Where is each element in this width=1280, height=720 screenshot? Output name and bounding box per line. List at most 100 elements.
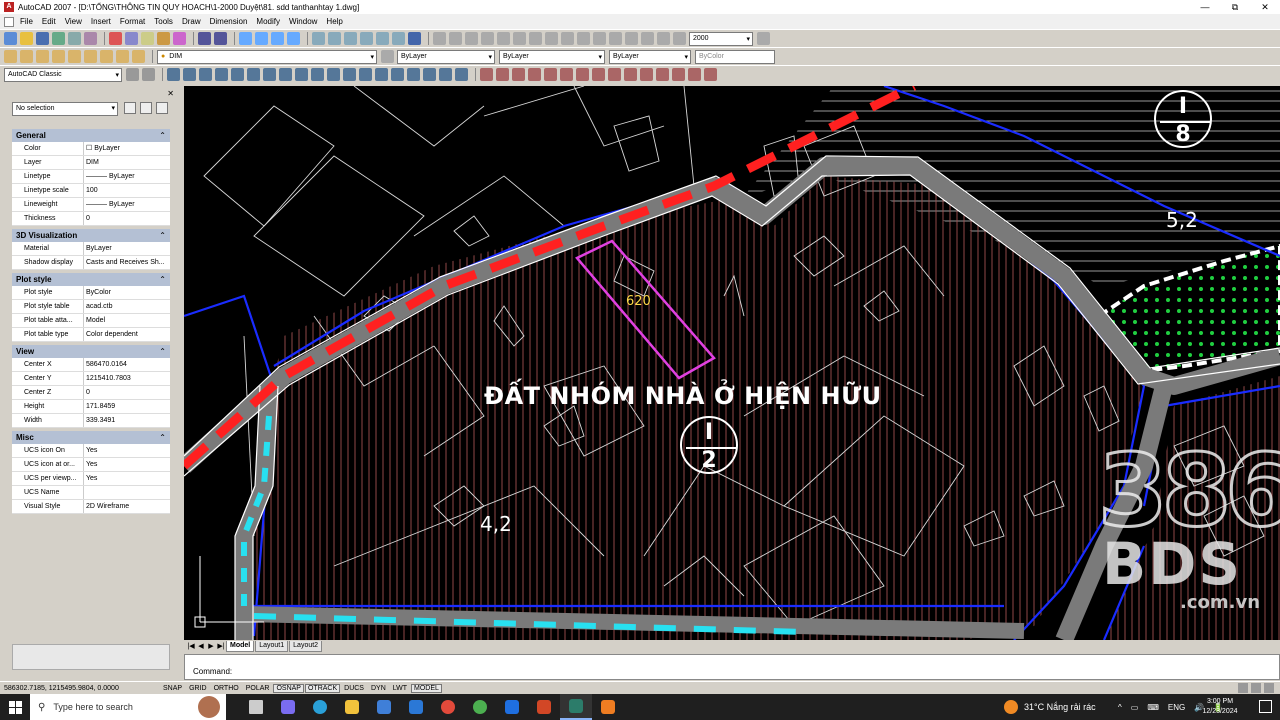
property-row[interactable]: UCS icon at or... Yes <box>12 458 170 472</box>
menu-insert[interactable]: Insert <box>91 17 111 26</box>
property-value[interactable]: 1215410.7803 <box>84 372 170 385</box>
taskbar-clock[interactable]: 3:00 PM 12/23/2024 <box>1198 697 1242 717</box>
grid-toggle[interactable]: GRID <box>186 684 210 693</box>
menu-edit[interactable]: Edit <box>42 17 56 26</box>
paste-icon[interactable] <box>141 32 154 45</box>
property-value[interactable] <box>84 486 170 499</box>
powerpoint-icon[interactable] <box>528 694 560 720</box>
property-value[interactable]: ByColor <box>84 286 170 299</box>
property-row[interactable]: Thickness 0 <box>12 212 170 226</box>
select-objects-icon[interactable] <box>140 102 152 114</box>
dim-style-combo[interactable]: 2000 ▾ <box>689 31 753 46</box>
move-icon[interactable] <box>560 68 573 81</box>
app-orange-icon[interactable] <box>592 694 624 720</box>
dim-continue-icon[interactable] <box>577 32 590 45</box>
chevron-up-icon[interactable]: ^ <box>1118 703 1122 712</box>
otrack-toggle[interactable]: OTRACK <box>304 683 341 693</box>
property-value[interactable]: 0 <box>84 212 170 225</box>
collapse-icon[interactable]: ⌃ <box>159 129 166 142</box>
collapse-icon[interactable]: ⌃ <box>159 229 166 242</box>
dim-ordinate-icon[interactable] <box>481 32 494 45</box>
dim-arc-icon[interactable] <box>465 32 478 45</box>
plotstyle-combo[interactable]: ByColor <box>695 49 775 64</box>
selection-combo[interactable]: No selection ▾ <box>12 102 118 116</box>
layer-previous-icon[interactable] <box>20 50 33 63</box>
property-row[interactable]: Color ☐ ByLayer <box>12 142 170 156</box>
redo-icon[interactable] <box>214 32 227 45</box>
tab-model[interactable]: Model <box>226 640 255 652</box>
display-icon[interactable]: ▭ <box>1131 703 1139 712</box>
property-row[interactable]: Plot style ByColor <box>12 286 170 300</box>
polyline-icon[interactable] <box>199 68 212 81</box>
open-icon[interactable] <box>20 32 33 45</box>
publish-icon[interactable] <box>84 32 97 45</box>
section-header[interactable]: View ⌃ <box>12 345 170 358</box>
clean-screen-icon[interactable] <box>1264 683 1274 693</box>
workspace-settings-icon[interactable] <box>126 68 139 81</box>
next-tab-button[interactable]: ▶ <box>206 642 216 650</box>
minimize-button[interactable]: — <box>1190 0 1220 14</box>
section-header[interactable]: Plot style ⌃ <box>12 273 170 286</box>
line-icon[interactable] <box>167 68 180 81</box>
make-block-icon[interactable] <box>359 68 372 81</box>
drawing-canvas[interactable]: ĐẤT NHÓM NHÀ Ở HIỆN HỮU 4,2 5,2 620 I 2 … <box>184 86 1280 640</box>
layer-combo[interactable]: ● DIM ▾ <box>157 49 377 64</box>
layer-freeze-icon[interactable] <box>84 50 97 63</box>
maximize-button[interactable]: ⧉ <box>1220 0 1250 14</box>
menu-view[interactable]: View <box>65 17 82 26</box>
property-value[interactable]: 586470.0164 <box>84 358 170 371</box>
collapse-icon[interactable]: ⌃ <box>159 273 166 286</box>
new-icon[interactable] <box>4 32 17 45</box>
point-icon[interactable] <box>375 68 388 81</box>
layer-walk-icon[interactable] <box>132 50 145 63</box>
property-row[interactable]: Plot table type Color dependent <box>12 328 170 342</box>
my-workspace-icon[interactable] <box>142 68 155 81</box>
snap-toggle[interactable]: SNAP <box>160 684 185 693</box>
polygon-icon[interactable] <box>215 68 228 81</box>
property-row[interactable]: Center X 586470.0164 <box>12 358 170 372</box>
menu-dimension[interactable]: Dimension <box>210 17 248 26</box>
property-value[interactable]: 100 <box>84 184 170 197</box>
property-value[interactable]: Casts and Receives Sh... <box>84 256 170 269</box>
property-row[interactable]: UCS Name <box>12 486 170 500</box>
property-row[interactable]: UCS icon On Yes <box>12 444 170 458</box>
close-icon[interactable]: ✕ <box>167 89 174 98</box>
property-row[interactable]: Linetype scale 100 <box>12 184 170 198</box>
layer-off-icon[interactable] <box>100 50 113 63</box>
zoom-window-icon[interactable] <box>271 32 284 45</box>
property-row[interactable]: UCS per viewp... Yes <box>12 472 170 486</box>
menu-help[interactable]: Help <box>326 17 342 26</box>
table-icon[interactable] <box>439 68 452 81</box>
osnap-toggle[interactable]: OSNAP <box>273 683 304 693</box>
property-value[interactable]: ——— ByLayer <box>84 198 170 211</box>
menu-draw[interactable]: Draw <box>182 17 201 26</box>
property-value[interactable]: Yes <box>84 472 170 485</box>
offset-icon[interactable] <box>528 68 541 81</box>
keyboard-icon[interactable]: ⌨ <box>1147 703 1159 712</box>
property-row[interactable]: Center Y 1215410.7803 <box>12 372 170 386</box>
copilot-icon[interactable] <box>272 694 304 720</box>
property-value[interactable]: Color dependent <box>84 328 170 341</box>
dim-update-icon[interactable] <box>673 32 686 45</box>
property-value[interactable]: 339.3491 <box>84 414 170 427</box>
first-tab-button[interactable]: |◀ <box>186 642 196 650</box>
zoom-realtime-icon[interactable] <box>255 32 268 45</box>
match-properties-icon[interactable] <box>157 32 170 45</box>
menu-window[interactable]: Window <box>289 17 317 26</box>
erase-icon[interactable] <box>480 68 493 81</box>
property-row[interactable]: Lineweight ——— ByLayer <box>12 198 170 212</box>
model-toggle[interactable]: MODEL <box>411 683 442 693</box>
dim-baseline-icon[interactable] <box>561 32 574 45</box>
gradient-icon[interactable] <box>407 68 420 81</box>
property-value[interactable]: Yes <box>84 444 170 457</box>
prev-tab-button[interactable]: ◀ <box>196 642 206 650</box>
property-value[interactable]: ByLayer <box>84 242 170 255</box>
tool-palettes-icon[interactable] <box>344 32 357 45</box>
break-icon[interactable] <box>656 68 669 81</box>
array-icon[interactable] <box>544 68 557 81</box>
property-row[interactable]: Layer DIM <box>12 156 170 170</box>
property-value[interactable]: 171.8459 <box>84 400 170 413</box>
pan-icon[interactable] <box>239 32 252 45</box>
notification-icon[interactable] <box>1259 700 1272 713</box>
chrome-icon[interactable] <box>432 694 464 720</box>
